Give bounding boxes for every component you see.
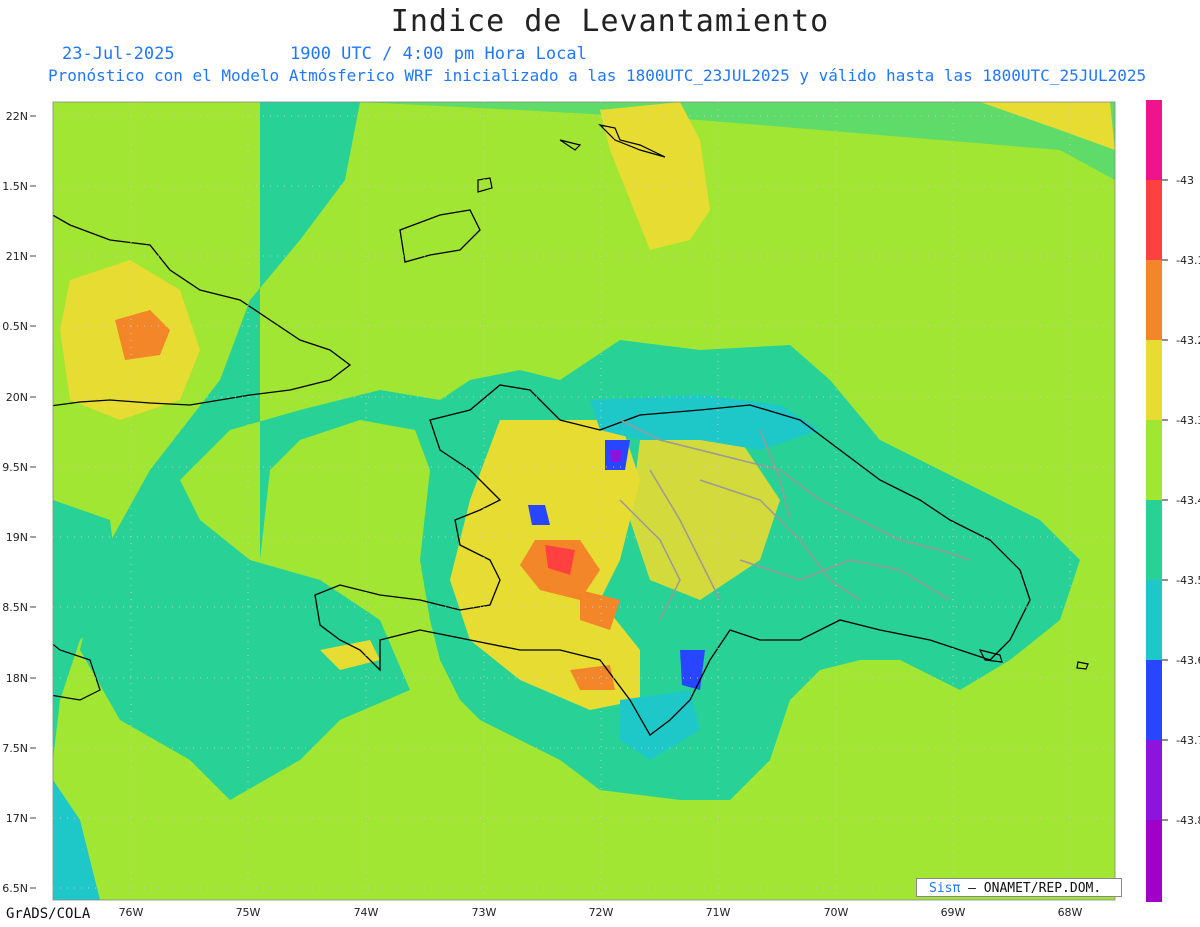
lon-label: 69W bbox=[941, 906, 966, 919]
lat-label: 22N bbox=[6, 110, 28, 123]
lon-label: 74W bbox=[354, 906, 379, 919]
lat-label: 17N bbox=[6, 812, 28, 825]
colorbar-label: -43.5 bbox=[1176, 574, 1200, 587]
colorbar: -43 -43.1 -43.2 -43.3 -43.4 -43.5 -43.6 … bbox=[1146, 100, 1200, 902]
credit-box: Sisπ – ONAMET/REP.DOM. bbox=[916, 878, 1122, 897]
colorbar-label: -43.4 bbox=[1176, 494, 1200, 507]
latitude-labels: 22N 1.5N 21N 0.5N 20N 9.5N 19N 8.5N 18N … bbox=[2, 110, 28, 895]
lat-label: 8.5N bbox=[2, 601, 28, 614]
lat-label: 20N bbox=[6, 391, 28, 404]
colorbar-swatch bbox=[1146, 580, 1162, 660]
map-field bbox=[53, 102, 1115, 900]
lat-label: 19N bbox=[6, 531, 28, 544]
lat-label: 21N bbox=[6, 250, 28, 263]
lon-label: 76W bbox=[119, 906, 144, 919]
software-label: GrADS/COLA bbox=[6, 906, 91, 922]
lat-label: 18N bbox=[6, 672, 28, 685]
lat-label: 0.5N bbox=[2, 320, 28, 333]
lat-label: 7.5N bbox=[2, 742, 28, 755]
lat-label: 1.5N bbox=[2, 180, 28, 193]
colorbar-label: -43.1 bbox=[1176, 254, 1200, 267]
purple-zone bbox=[610, 450, 622, 462]
colorbar-label: -43.7 bbox=[1176, 734, 1200, 747]
colorbar-swatch bbox=[1146, 820, 1162, 902]
colorbar-label: -43.2 bbox=[1176, 334, 1200, 347]
colorbar-label: -43.6 bbox=[1176, 654, 1200, 667]
lat-label: 9.5N bbox=[2, 461, 28, 474]
colorbar-label: -43.8 bbox=[1176, 814, 1200, 827]
lon-label: 75W bbox=[236, 906, 261, 919]
colorbar-swatch bbox=[1146, 100, 1162, 180]
lon-label: 70W bbox=[824, 906, 849, 919]
lon-label: 68W bbox=[1058, 906, 1083, 919]
lon-label: 72W bbox=[589, 906, 614, 919]
credit-brand: Sisπ bbox=[929, 881, 961, 896]
colorbar-swatch bbox=[1146, 420, 1162, 500]
colorbar-swatch bbox=[1146, 260, 1162, 340]
longitude-labels: 76W 75W 74W 73W 72W 71W 70W 69W 68W bbox=[119, 906, 1083, 919]
colorbar-swatch bbox=[1146, 740, 1162, 820]
colorbar-swatch bbox=[1146, 660, 1162, 740]
latitude-ticks bbox=[30, 115, 36, 889]
lon-label: 71W bbox=[706, 906, 731, 919]
colorbar-swatch bbox=[1146, 340, 1162, 420]
colorbar-swatch bbox=[1146, 180, 1162, 260]
lat-label: 6.5N bbox=[2, 882, 28, 895]
lon-label: 73W bbox=[472, 906, 497, 919]
lifted-index-map: 22N 1.5N 21N 0.5N 20N 9.5N 19N 8.5N 18N … bbox=[2, 100, 1200, 919]
colorbar-swatch bbox=[1146, 500, 1162, 580]
credit-text: – ONAMET/REP.DOM. bbox=[968, 881, 1102, 896]
colorbar-label: -43 bbox=[1176, 174, 1194, 187]
colorbar-label: -43.3 bbox=[1176, 414, 1200, 427]
